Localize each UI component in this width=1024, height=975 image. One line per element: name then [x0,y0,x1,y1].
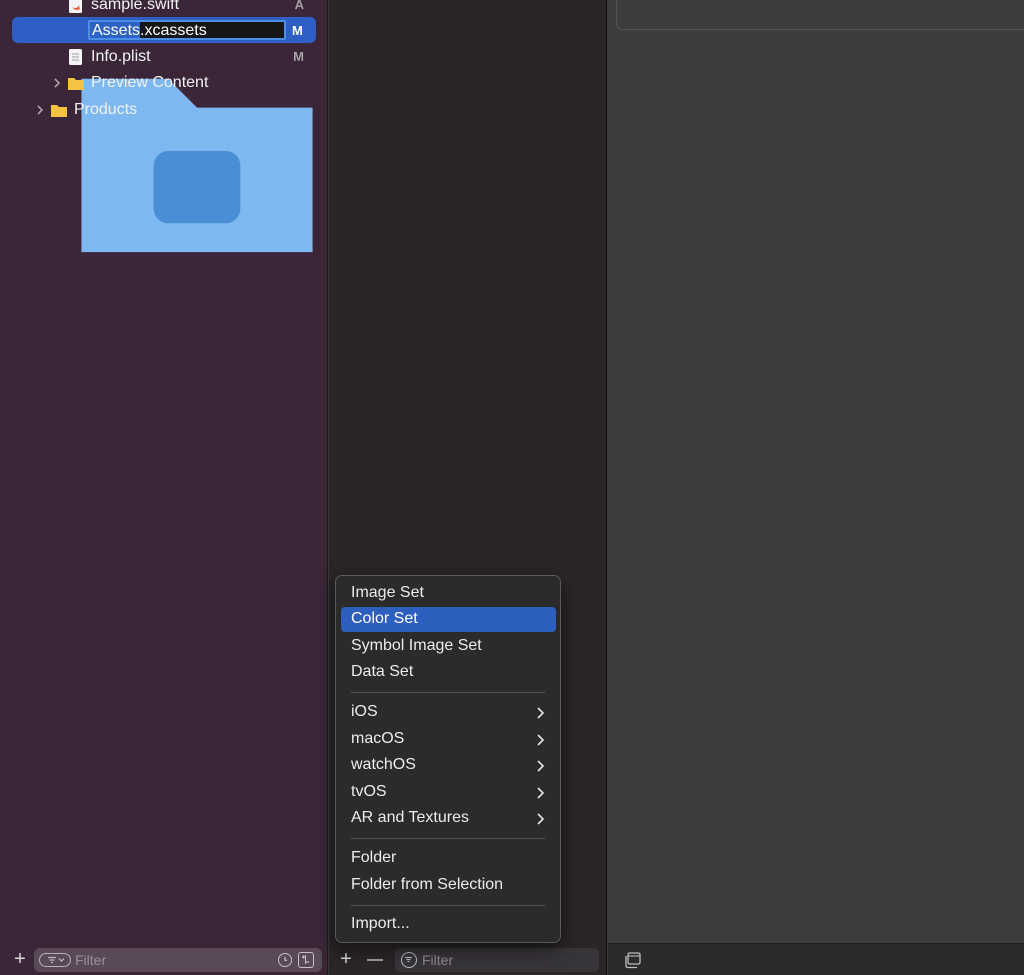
navigator-filter-field[interactable]: Filter [34,948,322,972]
submenu-arrow-icon [537,707,545,719]
tree-item-preview-content[interactable]: Preview Content [0,70,328,96]
tree-item-label: sample.swift [91,0,180,13]
asset-editor-area [608,0,1024,975]
submenu-arrow-icon [537,734,545,746]
menu-separator [351,905,545,906]
menu-separator [351,838,545,839]
show-inspector-icon[interactable] [624,952,642,969]
menu-item-macos[interactable]: macOS [341,727,556,752]
add-asset-menu: Image Set Color Set Symbol Image Set Dat… [335,575,561,943]
navigator-filter-bar: + Filter [0,944,328,975]
menu-item-watchos[interactable]: watchOS [341,753,556,778]
menu-item-label: Data Set [351,663,414,680]
tree-item-label: Products [74,101,138,118]
menu-item-color-set[interactable]: Color Set [341,607,556,632]
tree-item-products[interactable]: Products [0,97,328,123]
remove-asset-button[interactable] [367,959,383,961]
rename-field[interactable]: Assets.xcassets [88,20,286,40]
menu-item-label: Image Set [351,584,424,601]
menu-separator [351,692,545,693]
folder-icon [68,78,84,90]
asset-list-bottom-bar: + Filter [329,944,607,975]
scm-status-badge: A [294,0,304,12]
tree-item-info-plist[interactable]: Info.plist M [0,44,328,70]
menu-item-label: watchOS [351,756,416,773]
asset-filter-field[interactable]: Filter [395,948,599,972]
menu-item-symbol-image-set[interactable]: Symbol Image Set [341,634,556,659]
menu-item-label: Folder [351,849,397,866]
add-file-button[interactable]: + [11,949,29,969]
project-navigator: sample.swift A Assets.xcassets M Info.pl… [0,0,328,975]
menu-item-label: Folder from Selection [351,876,504,893]
filter-icon [401,952,417,968]
scm-status-badge: M [293,49,304,64]
swift-file-icon [69,0,82,13]
submenu-arrow-icon [537,760,545,772]
scm-status-badge: M [292,23,303,38]
tree-item-sample-swift[interactable]: sample.swift A [0,0,328,18]
add-asset-button[interactable]: + [337,949,355,969]
plist-file-icon [69,49,82,65]
menu-item-ios[interactable]: iOS [341,700,556,725]
menu-item-label: AR and Textures [351,809,469,826]
editor-bottom-bar [608,943,1024,975]
rename-field-text: Assets.xcassets [92,22,207,39]
tree-item-label: Info.plist [91,48,151,65]
menu-item-label: macOS [351,730,405,747]
recent-files-icon[interactable] [278,953,292,967]
menu-item-ar-and-textures[interactable]: AR and Textures [341,806,556,831]
source-control-filter-icon[interactable] [298,952,314,968]
submenu-arrow-icon [537,813,545,825]
menu-item-import[interactable]: Import... [341,912,556,937]
folder-icon [51,105,67,117]
editor-panel [616,0,1024,30]
menu-item-folder-from-selection[interactable]: Folder from Selection [341,873,556,898]
chevron-right-icon[interactable] [33,103,47,117]
menu-item-data-set[interactable]: Data Set [341,660,556,685]
tree-item-label: Preview Content [91,74,209,91]
menu-item-label: Symbol Image Set [351,637,482,654]
menu-item-label: Color Set [351,610,418,627]
submenu-arrow-icon [537,787,545,799]
chevron-right-icon[interactable] [50,76,64,90]
menu-item-label: Import... [351,915,410,932]
filter-options-icon[interactable] [39,953,71,967]
menu-item-label: iOS [351,703,378,720]
menu-item-tvos[interactable]: tvOS [341,780,556,805]
menu-item-folder[interactable]: Folder [341,846,556,871]
filter-placeholder: Filter [422,952,454,968]
filter-placeholder: Filter [75,952,107,968]
menu-item-label: tvOS [351,783,387,800]
menu-item-image-set[interactable]: Image Set [341,581,556,606]
